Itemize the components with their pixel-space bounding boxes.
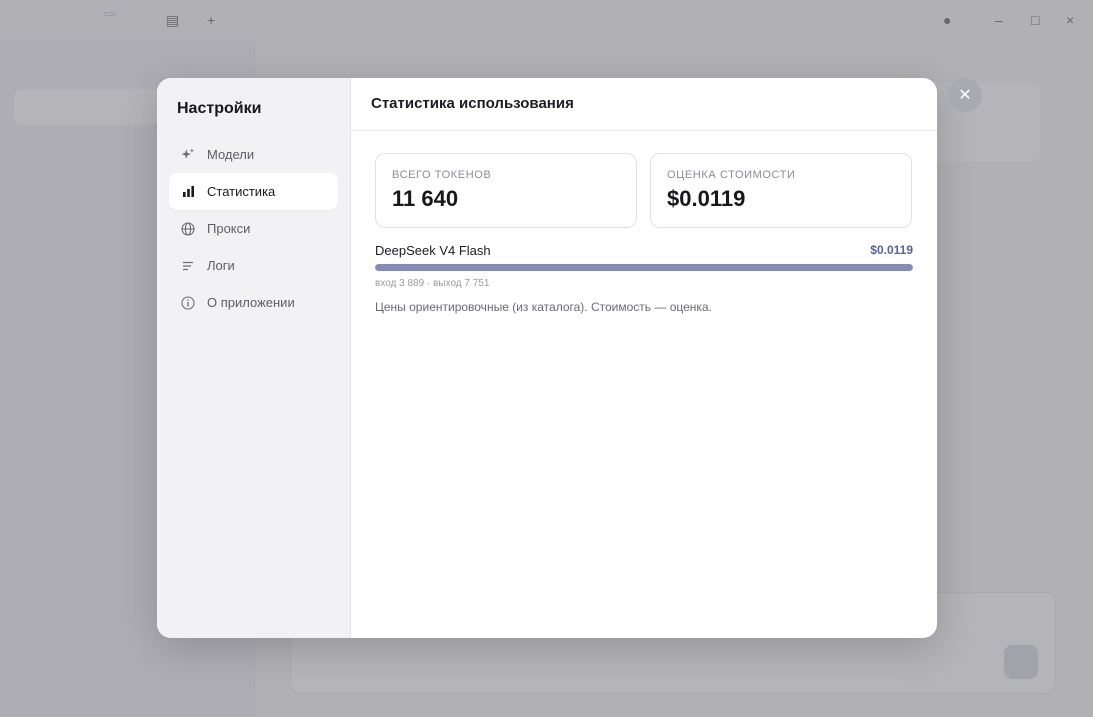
model-name: DeepSeek V4 Flash	[375, 243, 491, 258]
info-icon	[181, 295, 195, 310]
model-cost: $0.0119	[870, 243, 913, 257]
sparkle-icon	[181, 148, 195, 162]
nav-item-about[interactable]: О приложении	[169, 284, 338, 321]
model-usage-row: DeepSeek V4 Flash $0.0119	[375, 243, 913, 258]
stat-cards: ВСЕГО ТОКЕНОВ 11 640 ОЦЕНКА СТОИМОСТИ $0…	[375, 153, 913, 228]
usage-bar-track	[375, 264, 913, 271]
nav-item-label: О приложении	[207, 295, 295, 310]
nav-item-statistics[interactable]: Статистика	[169, 173, 338, 210]
nav-item-proxy[interactable]: Прокси	[169, 210, 338, 247]
total-tokens-card: ВСЕГО ТОКЕНОВ 11 640	[375, 153, 637, 228]
settings-modal: Настройки Модели Статистика Прокси Логи …	[157, 78, 937, 638]
nav-item-logs[interactable]: Логи	[169, 247, 338, 284]
nav-item-label: Прокси	[207, 221, 251, 236]
globe-icon	[181, 221, 195, 236]
content-header: Статистика использования	[351, 78, 937, 131]
close-icon: ✕	[958, 87, 972, 104]
list-lines-icon	[181, 259, 195, 273]
nav-item-label: Логи	[207, 258, 235, 273]
settings-content: Статистика использования ВСЕГО ТОКЕНОВ 1…	[351, 78, 937, 638]
close-button[interactable]: ✕	[948, 78, 982, 112]
content-body: ВСЕГО ТОКЕНОВ 11 640 ОЦЕНКА СТОИМОСТИ $0…	[351, 131, 937, 314]
card-label: ОЦЕНКА СТОИМОСТИ	[667, 169, 796, 181]
card-value: $0.0119	[667, 186, 746, 211]
bar-chart-icon	[181, 185, 195, 199]
pricing-note: Цены ориентировочные (из каталога). Стои…	[375, 300, 712, 314]
cost-estimate-card: ОЦЕНКА СТОИМОСТИ $0.0119	[650, 153, 912, 228]
io-token-breakdown: вход 3 889 · выход 7 751	[375, 278, 490, 289]
nav-item-models[interactable]: Модели	[169, 136, 338, 173]
nav-item-label: Модели	[207, 147, 255, 162]
settings-title: Настройки	[177, 100, 262, 117]
page-title: Статистика использования	[371, 95, 574, 112]
nav-item-label: Статистика	[207, 184, 276, 199]
card-label: ВСЕГО ТОКЕНОВ	[392, 169, 492, 181]
settings-sidebar: Настройки Модели Статистика Прокси Логи …	[157, 78, 351, 638]
usage-bar-fill	[375, 264, 913, 271]
settings-nav: Модели Статистика Прокси Логи О приложен…	[169, 136, 338, 321]
card-value: 11 640	[392, 186, 459, 211]
